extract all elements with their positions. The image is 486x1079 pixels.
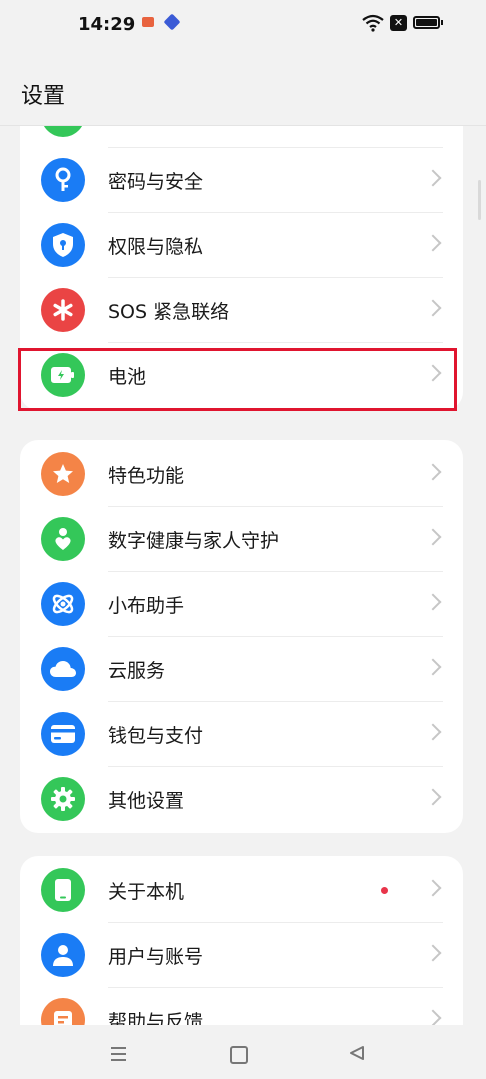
no-sim-icon: ✕	[390, 15, 407, 31]
help-icon	[41, 998, 85, 1025]
settings-item-label: SOS 紧急联络	[108, 301, 230, 323]
settings-item-help-feedback[interactable]: 帮助与反馈	[20, 988, 463, 1025]
chevron-right-icon	[424, 299, 442, 317]
settings-item-users-accounts[interactable]: 用户与账号	[20, 923, 463, 988]
settings-item-label: 小布助手	[108, 595, 185, 617]
settings-item-label: 特色功能	[108, 465, 185, 487]
settings-item-cloud-service[interactable]: 云服务	[20, 637, 463, 702]
user-icon	[41, 933, 85, 977]
recent-apps-button[interactable]	[111, 1047, 126, 1065]
notification-diamond-icon	[163, 13, 181, 31]
settings-item-password-security[interactable]: 密码与安全	[20, 148, 463, 213]
chevron-right-icon	[424, 879, 442, 897]
heart-person-icon	[41, 517, 85, 561]
settings-item-label: 云服务	[108, 660, 166, 682]
chevron-right-icon	[424, 788, 442, 806]
status-time: 14:29	[78, 14, 136, 35]
settings-item-label: 用户与账号	[108, 946, 204, 968]
home-button[interactable]	[230, 1046, 248, 1064]
wallet-card-icon	[41, 712, 85, 756]
settings-item-special-features[interactable]: 特色功能	[20, 442, 463, 507]
chevron-right-icon	[424, 528, 442, 546]
settings-item-label: 其他设置	[108, 790, 185, 812]
star-icon	[41, 452, 85, 496]
wifi-icon	[362, 14, 384, 32]
status-bar: 14:29 ✕	[0, 0, 486, 50]
chevron-right-icon	[424, 658, 442, 676]
back-button[interactable]	[349, 1045, 365, 1061]
settings-item-other-settings[interactable]: 其他设置	[20, 767, 463, 832]
settings-item-label: 数字健康与家人守护	[108, 530, 280, 552]
settings-list[interactable]: 应用 密码与安全 权限与隐私 SOS 紧急联络	[0, 125, 486, 1025]
phone-icon	[41, 868, 85, 912]
update-badge	[381, 887, 388, 894]
notification-app-icon	[142, 17, 154, 27]
chevron-right-icon	[424, 1009, 442, 1025]
settings-item-digital-wellbeing[interactable]: 数字健康与家人守护	[20, 507, 463, 572]
settings-item-about-phone[interactable]: 关于本机	[20, 858, 463, 923]
settings-item-permissions-privacy[interactable]: 权限与隐私	[20, 213, 463, 278]
gear-icon	[41, 777, 85, 821]
chevron-right-icon	[424, 169, 442, 187]
chevron-right-icon	[424, 234, 442, 252]
apps-icon	[41, 125, 85, 137]
chevron-right-icon	[424, 463, 442, 481]
settings-item-label: 关于本机	[108, 881, 185, 903]
navigation-bar	[0, 1025, 486, 1079]
sos-asterisk-icon	[41, 288, 85, 332]
settings-item-label: 钱包与支付	[108, 725, 204, 747]
chevron-right-icon	[424, 944, 442, 962]
chevron-right-icon	[424, 723, 442, 741]
battery-status-icon	[413, 16, 443, 29]
settings-item-apps[interactable]: 应用	[20, 125, 463, 148]
highlight-box	[18, 348, 457, 411]
settings-item-breeno-assistant[interactable]: 小布助手	[20, 572, 463, 637]
assistant-icon	[41, 582, 85, 626]
settings-item-label: 密码与安全	[108, 171, 204, 193]
page-header: 设置	[0, 50, 486, 126]
settings-item-wallet-payment[interactable]: 钱包与支付	[20, 702, 463, 767]
page-title: 设置	[21, 84, 66, 109]
settings-item-label: 帮助与反馈	[108, 1011, 204, 1025]
settings-group-2: 特色功能 数字健康与家人守护 小布助手 云服务 钱包与支付 其他设置	[20, 440, 463, 833]
settings-group-3: 关于本机 用户与账号 帮助与反馈	[20, 856, 463, 1025]
settings-item-label: 权限与隐私	[108, 236, 204, 258]
chevron-right-icon	[424, 593, 442, 611]
scrollbar[interactable]	[478, 180, 481, 220]
shield-lock-icon	[41, 223, 85, 267]
cloud-icon	[41, 647, 85, 691]
settings-item-sos[interactable]: SOS 紧急联络	[20, 278, 463, 343]
key-icon	[41, 158, 85, 202]
